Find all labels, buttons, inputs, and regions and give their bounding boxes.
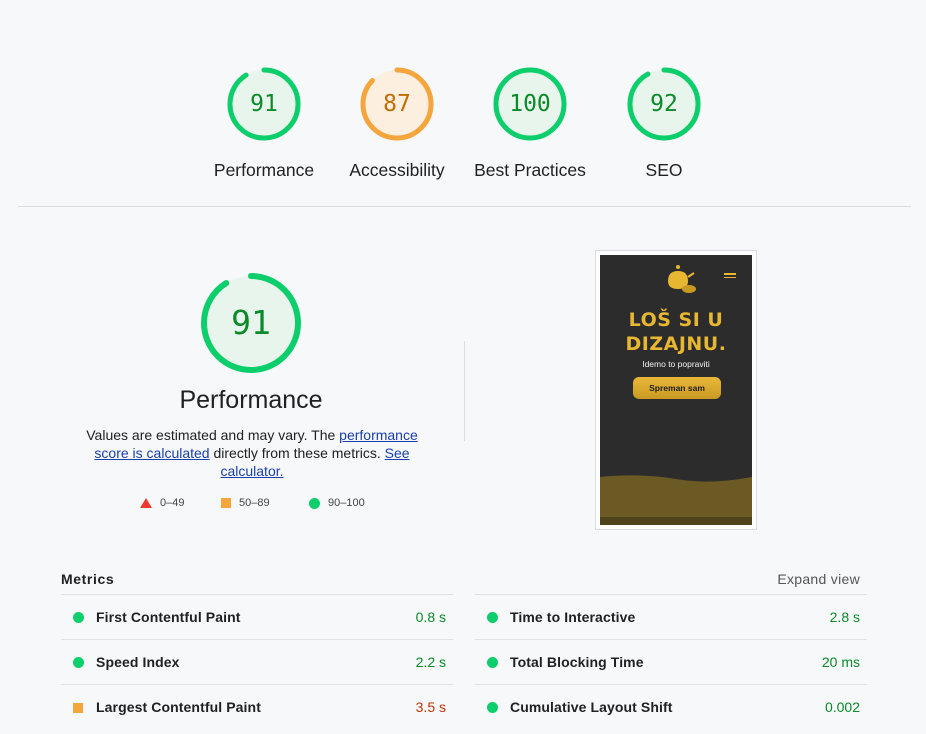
metric-value: 3.5 s (415, 699, 446, 715)
metric-value: 0.002 (824, 699, 860, 715)
hero-cta-button: Spreman sam (633, 377, 721, 399)
gauge-label: SEO (645, 160, 683, 180)
metric-name: Cumulative Layout Shift (510, 699, 673, 715)
legend-pass: 90–100 (309, 497, 365, 509)
performance-score: 91 (231, 303, 271, 342)
metric-value: 20 ms (821, 654, 860, 670)
metric-cumulative-layout-shift: Cumulative Layout Shift 0.002 (475, 684, 867, 729)
category-gauges: 91 Performance 87 Accessibility 100 Best… (0, 62, 926, 192)
metric-name: First Contentful Paint (96, 609, 241, 625)
performance-title: Performance (179, 386, 323, 414)
gauge-label: Performance (213, 160, 315, 180)
metric-value: 2.8 s (829, 609, 860, 625)
metric-value: 0.8 s (415, 609, 446, 625)
gauge-score: 100 (509, 91, 551, 117)
screenshot-image: LOŠ SI U DIZAJNU. Idemo to popraviti Spr… (600, 255, 752, 525)
hero-heading-line2: DIZAJNU. (625, 333, 727, 355)
performance-gauge-large: 91 (199, 271, 303, 375)
metric-speed-index: Speed Index 2.2 s (61, 639, 453, 684)
metrics-column-right: Time to Interactive 2.8 s Total Blocking… (475, 594, 867, 729)
lighthouse-report: 91 Performance 87 Accessibility 100 Best… (0, 0, 926, 734)
metric-name: Largest Contentful Paint (96, 699, 261, 715)
desc-text: directly from these metrics. (209, 445, 385, 461)
section-divider (18, 206, 911, 207)
hero-subtitle: Idemo to popraviti (642, 359, 710, 369)
expand-view-toggle[interactable]: Expand view (740, 571, 860, 587)
performance-description: Values are estimated and may vary. The p… (72, 426, 432, 480)
final-screenshot[interactable]: LOŠ SI U DIZAJNU. Idemo to popraviti Spr… (595, 250, 757, 530)
pass-circle-icon (487, 657, 498, 668)
gauge-score: 91 (250, 91, 278, 117)
legend-fail: 0–49 (140, 497, 184, 509)
average-square-icon (73, 703, 83, 713)
gauge-best-practices[interactable]: 100 Best Practices (463, 62, 597, 181)
pass-circle-icon (73, 612, 84, 623)
gauge-performance[interactable]: 91 Performance (197, 62, 331, 181)
vertical-divider (464, 341, 465, 441)
metric-name: Time to Interactive (510, 609, 636, 625)
metrics-heading: Metrics (61, 571, 115, 587)
circle-icon (309, 497, 320, 509)
pass-circle-icon (487, 612, 498, 623)
triangle-icon (140, 498, 152, 508)
hamburger-menu-icon (724, 273, 736, 279)
teapot-logo-icon (668, 265, 696, 293)
legend-average: 50–89 (221, 497, 270, 509)
hero-heading-line1: LOŠ SI U (628, 309, 724, 331)
gauge-score: 92 (650, 91, 678, 117)
hero-wave-graphic (600, 475, 752, 525)
metric-first-contentful-paint: First Contentful Paint 0.8 s (61, 594, 453, 639)
metric-value: 2.2 s (415, 654, 446, 670)
metric-time-to-interactive: Time to Interactive 2.8 s (475, 594, 867, 639)
gauge-seo[interactable]: 92 SEO (597, 62, 731, 181)
legend-fail-label: 0–49 (160, 497, 185, 509)
pass-circle-icon (487, 702, 498, 713)
gauge-label: Best Practices (474, 160, 586, 180)
desc-text: Values are estimated and may vary. The (86, 427, 340, 443)
metrics-column-left: First Contentful Paint 0.8 s Speed Index… (61, 594, 453, 729)
legend-average-label: 50–89 (239, 497, 270, 509)
score-legend: 0–49 50–89 90–100 (0, 497, 500, 513)
legend-pass-label: 90–100 (328, 497, 365, 509)
gauge-score: 87 (383, 91, 411, 117)
metric-largest-contentful-paint: Largest Contentful Paint 3.5 s (61, 684, 453, 729)
metric-name: Total Blocking Time (510, 654, 644, 670)
gauge-accessibility[interactable]: 87 Accessibility (330, 62, 464, 181)
metric-name: Speed Index (96, 654, 180, 670)
pass-circle-icon (73, 657, 84, 668)
metric-total-blocking-time: Total Blocking Time 20 ms (475, 639, 867, 684)
gauge-label: Accessibility (349, 160, 445, 180)
square-icon (221, 498, 231, 508)
